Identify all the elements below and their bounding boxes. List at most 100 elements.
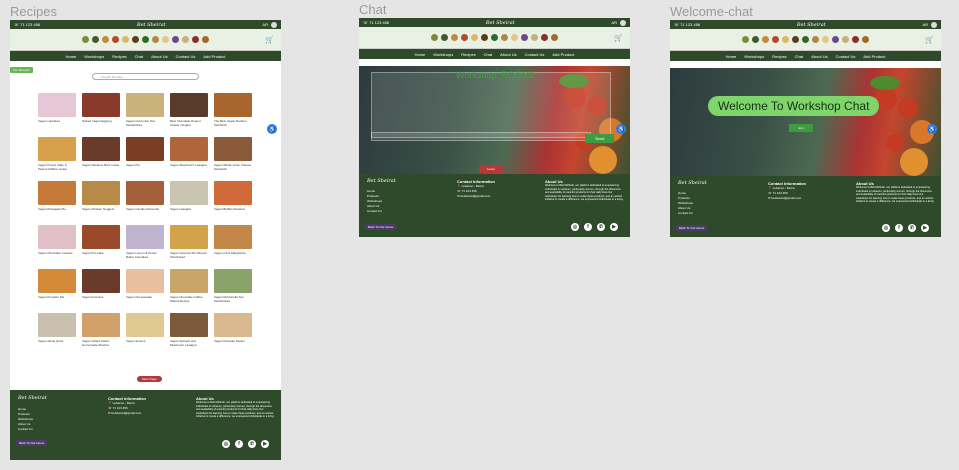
nav-chat[interactable]: Chat [484,52,492,57]
instagram-icon[interactable]: ◎ [222,440,230,448]
nav-chat[interactable]: Chat [135,54,143,59]
whatsapp-icon[interactable]: ✆ [908,224,916,232]
recipe-image[interactable] [38,93,76,117]
site-logo[interactable]: Bet Sbeirat [797,22,826,28]
recipe-image[interactable] [82,181,120,205]
nav-about[interactable]: About Us [811,54,827,59]
footer-logo[interactable]: Bet Sbeirat [678,181,707,186]
avatar[interactable] [619,19,626,26]
nav-recipes[interactable]: Recipes [112,54,126,59]
nav-home[interactable]: Home [66,54,77,59]
recipe-card[interactable]: Vegan Shepherd's Lasagna [170,137,208,171]
recipe-image[interactable] [170,225,208,249]
recipe-image[interactable] [38,269,76,293]
lang-switch[interactable]: AR [611,20,617,25]
footer-link[interactable]: Contact Us [18,427,47,432]
contact-email[interactable]: ✉ betsbeirat@gmail.com [108,411,146,416]
back-to-home-button[interactable]: Back To Our Home [16,440,48,446]
contact-email[interactable]: ✉ betsbeirat@gmail.com [457,194,495,199]
recipe-card[interactable]: Vegan Pound Cake & Peanut Muffins recipe [38,137,76,171]
recipe-card[interactable]: Vegan Cucumber Tea Sandwiches [126,93,164,127]
recipe-card[interactable]: Vegan Caramel Shortbread Shortbread [170,225,208,259]
recipe-image[interactable] [170,313,208,337]
recipe-card[interactable]: Vegan Chicken Nuggets [82,181,120,215]
recipe-card[interactable]: Vegan Chocolate Cookies [38,225,76,259]
youtube-icon[interactable]: ▶ [921,224,929,232]
send-button[interactable]: Send [585,134,615,143]
nav-add-product[interactable]: Add Product [863,54,885,59]
recipe-card[interactable]: Vegan Buffalo Roasted [214,181,252,215]
recipe-image[interactable] [126,313,164,337]
recipe-card[interactable]: Vegan cupcakes [38,93,76,127]
accessibility-icon[interactable]: ♿ [616,124,626,134]
recipe-card[interactable]: Vegan Pineapple Pie [38,181,76,215]
recipe-card[interactable]: Vegan brownies [82,269,120,303]
contact-email[interactable]: ✉ betsbeirat@gmail.com [768,196,806,201]
facebook-icon[interactable]: f [584,223,592,231]
recipe-image[interactable] [214,269,252,293]
nav-contact[interactable]: Contact Us [836,54,856,59]
cart-icon[interactable]: 🛒 [925,36,934,44]
recipe-image[interactable] [170,93,208,117]
nav-recipes[interactable]: Recipes [772,54,786,59]
recipe-card[interactable]: Vegan Spinach and Mushroom Lasagna [170,313,208,347]
recipe-card[interactable]: Vegan Lasagna [170,181,208,215]
recipe-card[interactable]: Vegan Cheesecake [126,269,164,303]
recipe-card[interactable]: Vegan Pot Cake [82,225,120,259]
recipe-card[interactable]: Vegan Scones [126,313,164,347]
nav-workshops[interactable]: Workshops [433,52,453,57]
recipe-image[interactable] [126,137,164,161]
instagram-icon[interactable]: ◎ [571,223,579,231]
lang-switch[interactable]: AR [262,22,268,27]
recipe-card[interactable]: Vegan Lemon & Pecan Butter Cupcakes [126,225,164,259]
recipe-image[interactable] [126,269,164,293]
avatar[interactable] [930,21,937,28]
recipe-image[interactable] [38,313,76,337]
cart-icon[interactable]: 🛒 [614,34,623,42]
recipe-image[interactable] [82,269,120,293]
recipe-image[interactable] [38,137,76,161]
youtube-icon[interactable]: ▶ [261,440,269,448]
nav-about[interactable]: About Us [151,54,167,59]
site-logo[interactable]: Bet Sbeirat [486,20,515,26]
recipe-card[interactable]: Vegan Nanaimo Bars recipe [82,137,120,171]
recipe-image[interactable] [38,181,76,205]
recipe-image[interactable] [214,137,252,161]
recipe-card[interactable]: Vegan Whole Grain Cheese Sandwich [214,137,252,171]
nav-contact[interactable]: Contact Us [176,54,196,59]
recipe-card[interactable]: The Best Vegan Reuben Sandwich [214,93,252,127]
recipe-card[interactable]: Vegan Pie [126,137,164,171]
accessibility-icon[interactable]: ♿ [267,124,277,134]
recipe-card[interactable]: Best Chocolate Peanut Cluster (Vegan) [170,93,208,127]
recipe-image[interactable] [126,225,164,249]
instagram-icon[interactable]: ◎ [882,224,890,232]
recipe-image[interactable] [82,137,120,161]
nav-about[interactable]: About Us [500,52,516,57]
recipe-card[interactable]: Vegan Pumpkin Pie [38,269,76,303]
recipe-card[interactable]: Vegan Candied Almonds [126,181,164,215]
avatar[interactable] [270,21,277,28]
recipe-image[interactable] [38,225,76,249]
nav-add-product[interactable]: Add Product [203,54,225,59]
footer-logo[interactable]: Bet Sbeirat [367,179,396,184]
nav-home[interactable]: Home [415,52,426,57]
leave-button[interactable]: Leave [479,165,504,173]
recipe-card[interactable]: Vegan Grilled Peach Homemade Sherbet [82,313,120,347]
facebook-icon[interactable]: f [235,440,243,448]
recipe-card[interactable]: Vegan Chocolate Coffee Walnut Recipe [170,269,208,303]
nav-chat[interactable]: Chat [795,54,803,59]
recipe-image[interactable] [214,313,252,337]
footer-link[interactable]: Contact Us [678,211,707,216]
recipe-image[interactable] [170,269,208,293]
recipe-image[interactable] [214,225,252,249]
lang-switch[interactable]: AR [922,22,928,27]
chat-messages-area[interactable] [371,72,611,138]
footer-link[interactable]: Contact Us [367,209,396,214]
recipe-image[interactable] [126,181,164,205]
recipe-card[interactable]: Vegan pizza Margherita [214,225,252,259]
whatsapp-icon[interactable]: ✆ [248,440,256,448]
nav-recipes[interactable]: Recipes [461,52,475,57]
nav-home[interactable]: Home [726,54,737,59]
recipe-image[interactable] [214,93,252,117]
facebook-icon[interactable]: f [895,224,903,232]
